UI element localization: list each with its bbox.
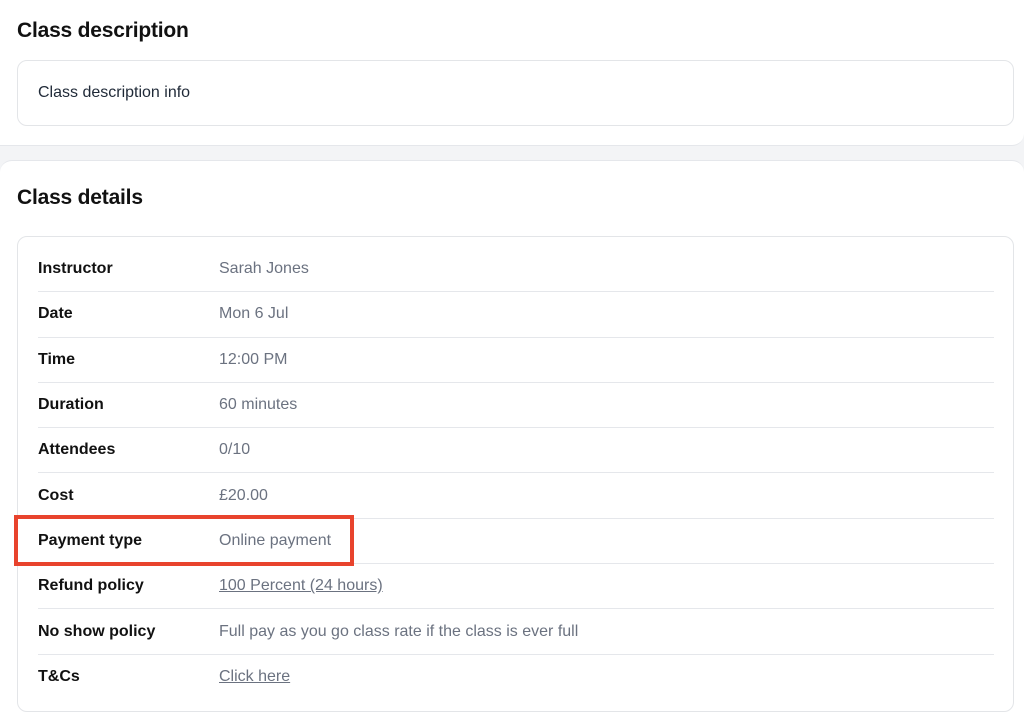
- detail-row-time: Time 12:00 PM: [38, 338, 994, 383]
- detail-row-duration: Duration 60 minutes: [38, 383, 994, 429]
- detail-row-date: Date Mon 6 Jul: [38, 292, 994, 338]
- detail-value: Online payment: [219, 531, 332, 549]
- detail-label: Cost: [38, 486, 74, 504]
- detail-label: Instructor: [38, 260, 113, 278]
- detail-row-instructor: Instructor Sarah Jones: [38, 247, 994, 293]
- terms-link[interactable]: Click here: [219, 668, 290, 686]
- class-details-list: Instructor Sarah Jones Date Mon 6 Jul Ti…: [38, 247, 994, 700]
- detail-value: Sarah Jones: [219, 260, 309, 278]
- class-details-card: Instructor Sarah Jones Date Mon 6 Jul Ti…: [17, 236, 1014, 712]
- class-details-section: Class details Instructor Sarah Jones Dat…: [0, 160, 1024, 722]
- detail-label: T&Cs: [38, 668, 80, 686]
- detail-label: Payment type: [38, 531, 143, 549]
- class-description-section: Class description Class description info: [0, 0, 1024, 146]
- detail-row-terms: T&Cs Click here: [38, 655, 994, 700]
- detail-row-attendees: Attendees 0/10: [38, 428, 994, 474]
- detail-row-cost: Cost £20.00: [38, 473, 994, 519]
- detail-label: Time: [38, 350, 76, 368]
- detail-value: £20.00: [219, 486, 268, 504]
- class-details-title: Class details: [17, 186, 143, 209]
- detail-value: 0/10: [219, 441, 251, 459]
- detail-value: 12:00 PM: [219, 350, 288, 368]
- class-description-title: Class description: [17, 19, 189, 42]
- detail-row-payment-type: Payment type Online payment: [38, 519, 994, 565]
- detail-label: Date: [38, 305, 73, 323]
- refund-policy-link[interactable]: 100 Percent (24 hours): [219, 577, 383, 595]
- detail-label: Attendees: [38, 441, 116, 459]
- class-description-text: Class description info: [38, 84, 191, 101]
- class-description-card: Class description info: [17, 60, 1014, 126]
- detail-value: Full pay as you go class rate if the cla…: [219, 622, 579, 640]
- detail-value: Mon 6 Jul: [219, 305, 289, 323]
- detail-label: Duration: [38, 396, 104, 414]
- detail-label: No show policy: [38, 622, 156, 640]
- detail-row-no-show-policy: No show policy Full pay as you go class …: [38, 609, 994, 655]
- detail-label: Refund policy: [38, 577, 144, 595]
- detail-value: 60 minutes: [219, 396, 298, 414]
- detail-row-refund-policy: Refund policy 100 Percent (24 hours): [38, 564, 994, 610]
